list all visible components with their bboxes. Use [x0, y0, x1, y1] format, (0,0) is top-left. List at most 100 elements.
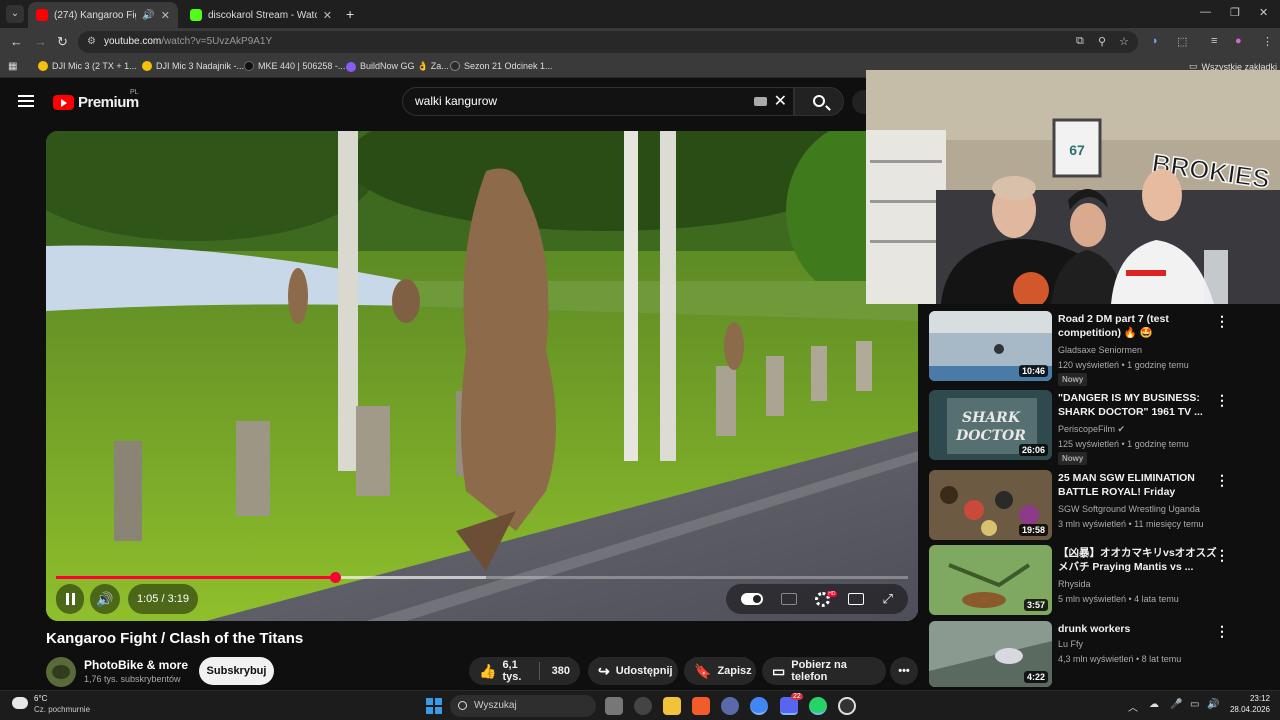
restore-icon[interactable]: ❐	[1230, 6, 1240, 19]
bookmark-item[interactable]: MKE 440 | 506258 -...	[244, 61, 345, 71]
windows-start-icon[interactable]	[426, 698, 442, 714]
youtube-premium-logo[interactable]: Premium PL	[53, 89, 139, 111]
recommendation-item[interactable]: SHARK DOCTOR 26:06 "DANGER IS MY BUSINESS…	[929, 390, 1259, 465]
more-options-icon[interactable]: ⋮	[1215, 472, 1229, 489]
onedrive-icon[interactable]: ☁	[1149, 699, 1159, 710]
recommendation-channel[interactable]: Lu Ffy	[1058, 639, 1083, 649]
recommendation-channel[interactable]: Gladsaxe Seniormen	[1058, 345, 1142, 355]
video-thumbnail[interactable]: 19:58	[929, 470, 1052, 540]
pause-button[interactable]	[56, 584, 84, 614]
subscribe-button[interactable]: Subskrybuj	[199, 657, 274, 685]
search-input[interactable]: walki kangurow ✕	[402, 87, 794, 116]
speaker-icon[interactable]: 🔊	[142, 10, 154, 21]
recommendation-item[interactable]: 19:58 25 MAN SGW ELIMINATION BATTLE ROYA…	[929, 470, 1259, 540]
extension-icon[interactable]: ◗	[1152, 35, 1159, 47]
bookmark-item[interactable]: BuildNow GG 👌 Za...	[346, 61, 449, 72]
menu-kebab-icon[interactable]: ⋮	[1262, 35, 1273, 48]
subtitles-icon[interactable]	[781, 593, 798, 605]
recommendation-channel[interactable]: SGW Softground Wrestling Uganda	[1058, 504, 1200, 514]
zoom-icon[interactable]: ⚲	[1098, 35, 1106, 48]
video-thumbnail[interactable]: 3:57	[929, 545, 1052, 615]
video-thumbnail[interactable]: 4:22	[929, 621, 1052, 687]
progress-scrubber-handle[interactable]	[329, 572, 341, 583]
recommendation-item[interactable]: 4:22 drunk workers Lu Ffy 4,3 mln wyświe…	[929, 621, 1259, 687]
download-button[interactable]: ▭ Pobierz na telefon	[762, 657, 886, 685]
file-explorer-icon[interactable]	[663, 697, 681, 715]
close-window-icon[interactable]: ✕	[1259, 6, 1268, 19]
taskbar-clock[interactable]: 23:12	[1228, 694, 1270, 703]
more-options-icon[interactable]: ⋮	[1215, 623, 1229, 640]
recommendation-channel[interactable]: Rhysida	[1058, 579, 1091, 589]
brave-browser-icon[interactable]	[692, 697, 710, 715]
channel-avatar[interactable]	[46, 657, 76, 687]
more-options-icon[interactable]: ⋮	[1215, 313, 1229, 330]
more-actions-button[interactable]: •••	[890, 657, 918, 685]
back-icon[interactable]: ←	[10, 34, 23, 49]
microphone-icon[interactable]: 🎤	[1170, 699, 1182, 710]
clear-search-icon[interactable]: ✕	[774, 88, 787, 115]
forward-icon[interactable]: →	[34, 34, 47, 49]
media-player-icon[interactable]	[838, 697, 856, 715]
hamburger-menu-icon[interactable]	[18, 95, 34, 107]
weather-temperature[interactable]: 6°C	[34, 694, 47, 703]
recommendation-title[interactable]: Road 2 DM part 7 (test competition) 🔥 🤩	[1058, 312, 1218, 340]
volume-icon[interactable]: 🔊	[90, 584, 120, 614]
bookmark-item[interactable]: DJI Mic 3 Nadajnik -...	[142, 61, 244, 71]
new-tab-button[interactable]: +	[346, 6, 354, 22]
fullscreen-icon[interactable]: ⤢	[882, 591, 892, 607]
network-icon[interactable]: ▭	[1190, 699, 1199, 710]
more-options-icon[interactable]: ⋮	[1215, 392, 1229, 409]
autoplay-toggle[interactable]	[741, 593, 764, 605]
miniplayer-icon[interactable]	[848, 593, 865, 605]
apps-grid-icon[interactable]: ▦	[8, 61, 17, 72]
copilot-icon[interactable]	[634, 697, 652, 715]
bookmark-item[interactable]: Sezon 21 Odcinek 1...	[450, 61, 553, 71]
recommendation-item[interactable]: 10:46 Road 2 DM part 7 (test competition…	[929, 311, 1259, 386]
reload-icon[interactable]: ↻	[57, 34, 68, 50]
install-icon[interactable]: ⧉	[1076, 35, 1084, 48]
site-info-icon[interactable]: ⚙	[87, 31, 96, 53]
keyboard-icon[interactable]	[754, 97, 767, 106]
tab-kick[interactable]: discokarol Stream - Watch Live ✕	[182, 2, 340, 28]
settings-gear-icon[interactable]: HD	[815, 590, 837, 607]
video-player[interactable]: 🔊 1:05 / 3:19 HD ⤢	[46, 131, 918, 621]
tray-overflow-icon[interactable]: ︿	[1128, 699, 1138, 714]
media-controls-icon[interactable]: ≡	[1211, 35, 1217, 47]
comments-count[interactable]: 380	[552, 665, 570, 677]
ccleaner-icon[interactable]	[721, 697, 739, 715]
weather-condition[interactable]: Cz. pochmurnie	[34, 705, 90, 714]
bookmark-item[interactable]: DJI Mic 3 (2 TX + 1...	[38, 61, 137, 71]
tab-search-button[interactable]: ⌄	[6, 5, 24, 23]
bookmark-star-icon[interactable]: ☆	[1119, 35, 1129, 48]
recommendation-title[interactable]: 【凶暴】オオカマキリvsオオスズメバチ Praying Mantis vs ..…	[1058, 546, 1218, 574]
recommendation-item[interactable]: 3:57 【凶暴】オオカマキリvsオオスズメバチ Praying Mantis …	[929, 545, 1259, 615]
speaker-tray-icon[interactable]: 🔊	[1207, 699, 1219, 710]
channel-name[interactable]: PhotoBike & more	[84, 658, 188, 672]
minimize-icon[interactable]: —	[1200, 6, 1211, 18]
whatsapp-icon[interactable]	[809, 697, 827, 715]
recommendation-title[interactable]: 25 MAN SGW ELIMINATION BATTLE ROYAL! Fri…	[1058, 471, 1218, 500]
video-thumbnail[interactable]: SHARK DOCTOR 26:06	[929, 390, 1052, 460]
tab-youtube[interactable]: (274) Kangaroo Fight / Clas 🔊 ✕	[28, 2, 178, 28]
recommendation-channel[interactable]: PeriscopeFilm ✔	[1058, 424, 1125, 435]
recommendation-title[interactable]: drunk workers	[1058, 622, 1218, 636]
close-tab-icon[interactable]: ✕	[323, 9, 332, 22]
address-bar[interactable]: ⚙ youtube.com/watch?v=5UvzAkP9A1Y	[78, 31, 1138, 53]
like-count[interactable]: 6,1 tys.	[502, 659, 527, 683]
video-thumbnail[interactable]: 10:46	[929, 311, 1052, 381]
thumbs-up-icon[interactable]: 👍	[479, 663, 496, 680]
task-view-icon[interactable]	[605, 697, 623, 715]
profile-avatar-icon[interactable]: ●	[1235, 35, 1242, 47]
recommendation-title[interactable]: "DANGER IS MY BUSINESS: SHARK DOCTOR" 19…	[1058, 391, 1218, 419]
weather-cloud-icon[interactable]	[12, 693, 28, 709]
extensions-puzzle-icon[interactable]: ⬚	[1177, 35, 1187, 48]
taskbar-date[interactable]: 28.04.2026	[1228, 705, 1270, 714]
bookmark-favicon	[346, 61, 356, 72]
save-button[interactable]: 🔖 Zapisz	[684, 657, 756, 685]
chrome-icon[interactable]	[750, 697, 768, 715]
share-button[interactable]: ↪ Udostępnij	[588, 657, 678, 685]
close-tab-icon[interactable]: ✕	[161, 9, 170, 22]
taskbar-search-input[interactable]: Wyszukaj	[450, 695, 596, 717]
more-options-icon[interactable]: ⋮	[1215, 547, 1229, 564]
search-button[interactable]	[794, 87, 844, 116]
